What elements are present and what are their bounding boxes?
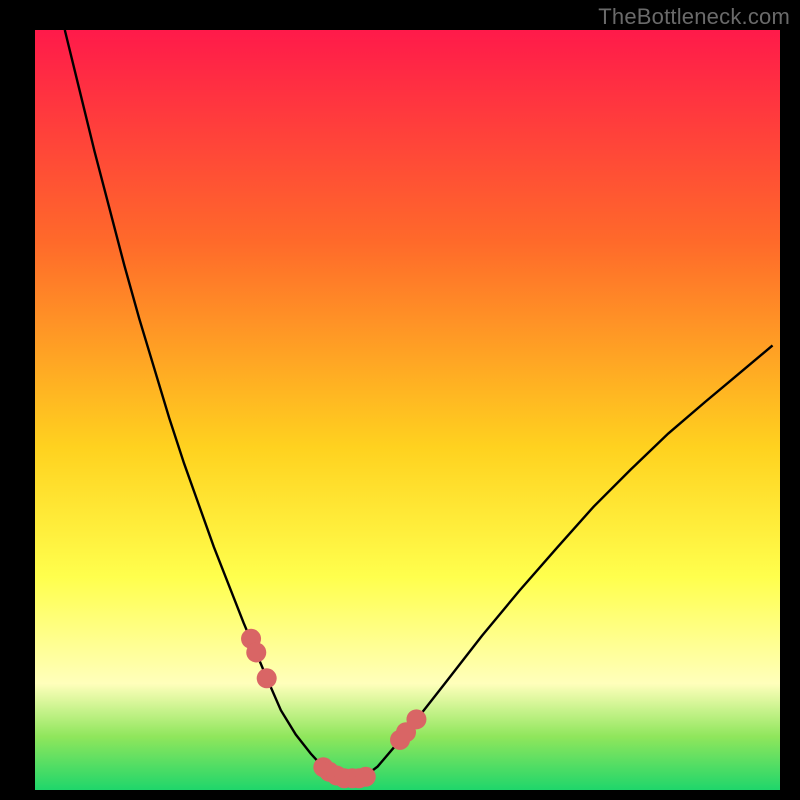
data-marker-1: [246, 642, 266, 662]
bottleneck-curve-chart: [0, 0, 800, 800]
data-marker-12: [406, 709, 426, 729]
watermark-text: TheBottleneck.com: [598, 4, 790, 30]
data-marker-9: [356, 767, 376, 787]
data-marker-2: [257, 668, 277, 688]
plot-background: [35, 30, 780, 790]
chart-frame: TheBottleneck.com: [0, 0, 800, 800]
